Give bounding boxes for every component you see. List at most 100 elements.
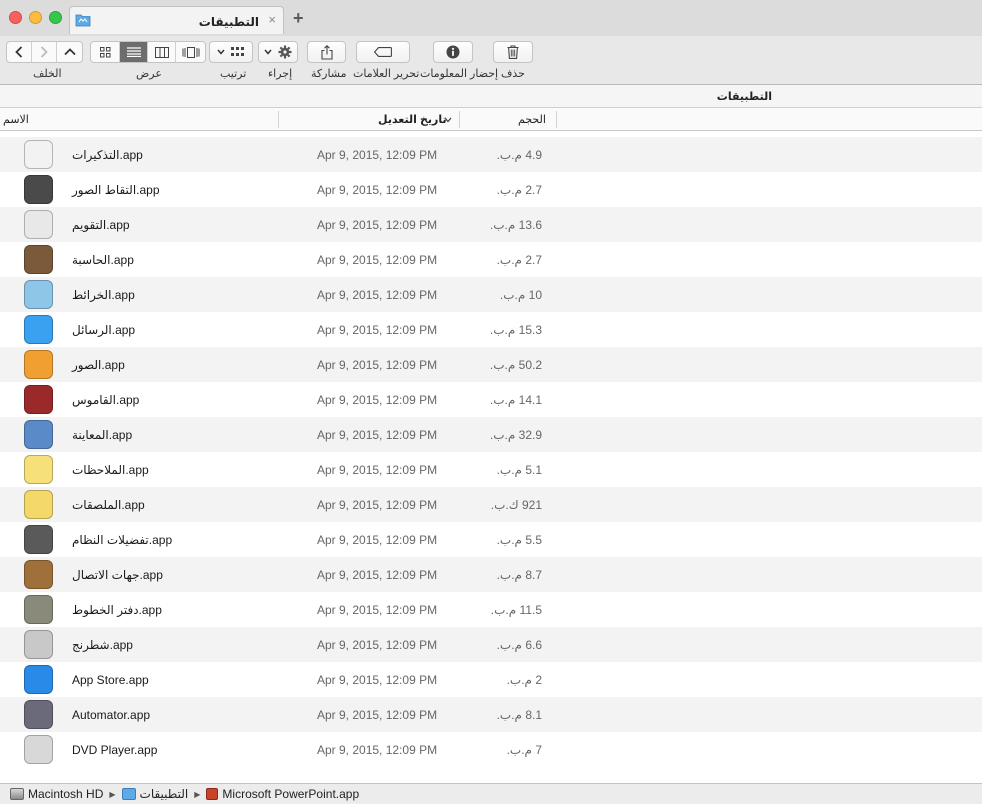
column-header-size[interactable]: الحجم: [518, 113, 546, 126]
file-size: 921 ك.ب.: [490, 498, 542, 512]
file-date: Apr 9, 2015, 12:09 PM: [317, 533, 438, 547]
edit-tags-button[interactable]: [356, 41, 410, 63]
icon-view-button[interactable]: [91, 42, 120, 62]
column-divider[interactable]: [556, 111, 557, 128]
file-size: 2.7 م.ب.: [496, 253, 542, 267]
list-item[interactable]: شطرنج.app Apr 9, 2015, 12:09 PM 6.6 م.ب.: [0, 627, 982, 662]
list-item[interactable]: جهات الاتصال.app Apr 9, 2015, 12:09 PM 8.7…: [0, 557, 982, 592]
list-item[interactable]: DVD Player.app Apr 9, 2015, 12:09 PM 7 م.ب…: [0, 732, 982, 767]
file-name: التذكيرات.app: [72, 148, 143, 162]
gear-icon: [278, 45, 292, 59]
minimize-window-button[interactable]: [29, 11, 42, 24]
list-item[interactable]: المعاينة.app Apr 9, 2015, 12:09 PM 32.9 م.…: [0, 417, 982, 452]
column-header-name[interactable]: الاسم: [3, 113, 29, 126]
delete-label: حذف: [501, 68, 525, 80]
file-date: Apr 9, 2015, 12:09 PM: [317, 673, 438, 687]
share-button[interactable]: [307, 41, 346, 63]
file-name: المعاينة.app: [72, 428, 133, 442]
tab-close-icon[interactable]: ×: [268, 13, 276, 27]
file-size: 13.6 م.ب.: [489, 218, 542, 232]
new-tab-button[interactable]: +: [293, 9, 304, 27]
list-item[interactable]: تفضيلات النظام.app Apr 9, 2015, 12:09 PM 5…: [0, 522, 982, 557]
action-label: إجراء: [268, 68, 293, 80]
file-size: 32.9 م.ب.: [489, 428, 542, 442]
file-name: Automator.app: [72, 708, 151, 722]
get-info-label: إحضار المعلومات: [420, 68, 499, 80]
system-preferences-icon: [24, 525, 53, 554]
file-size: 8.7 م.ب.: [496, 568, 542, 582]
edit-tags-label: تحرير العلامات: [353, 68, 420, 80]
file-list[interactable]: التذكيرات.app Apr 9, 2015, 12:09 PM 4.9 م.…: [0, 137, 982, 767]
file-size: 15.3 م.ب.: [489, 323, 542, 337]
path-item-applications[interactable]: التطبيقات: [121, 787, 189, 801]
zoom-window-button[interactable]: [49, 11, 62, 24]
get-info-button[interactable]: [433, 41, 473, 63]
list-item[interactable]: الملاحظات.app Apr 9, 2015, 12:09 PM 5.1 م.…: [0, 452, 982, 487]
list-view-button[interactable]: [120, 42, 148, 62]
list-item[interactable]: التذكيرات.app Apr 9, 2015, 12:09 PM 4.9 م.…: [0, 137, 982, 172]
close-window-button[interactable]: [9, 11, 22, 24]
delete-button[interactable]: [493, 41, 533, 63]
arrange-button[interactable]: [209, 41, 253, 63]
column-view-button[interactable]: [148, 42, 176, 62]
stickies-icon: [24, 490, 53, 519]
column-header-date[interactable]: تاريخ التعديل: [378, 113, 447, 126]
list-item[interactable]: الملصقات.app Apr 9, 2015, 12:09 PM 921 ك.ب…: [0, 487, 982, 522]
list-item[interactable]: الحاسبة.app Apr 9, 2015, 12:09 PM 2.7 م.ب.: [0, 242, 982, 277]
file-date: Apr 9, 2015, 12:09 PM: [317, 183, 438, 197]
file-name: الملاحظات.app: [72, 463, 149, 477]
file-size: 5.1 م.ب.: [496, 463, 542, 477]
file-size: 10 م.ب.: [499, 288, 542, 302]
icon-grid-icon: [99, 46, 110, 57]
file-name: DVD Player.app: [72, 743, 158, 757]
chevron-right-icon: [40, 46, 48, 58]
tab-applications[interactable]: التطبيقات ×: [69, 6, 284, 34]
file-size: 4.9 م.ب.: [496, 148, 542, 162]
file-date: Apr 9, 2015, 12:09 PM: [317, 708, 438, 722]
list-item[interactable]: App Store.app Apr 9, 2015, 12:09 PM 2 م.ب.: [0, 662, 982, 697]
arrange-label: ترتيب: [220, 68, 247, 80]
forward-button[interactable]: [32, 42, 57, 62]
cover-flow-button[interactable]: [176, 42, 205, 62]
path-item-label: التطبيقات: [139, 787, 189, 801]
file-size: 6.6 م.ب.: [496, 638, 542, 652]
file-date: Apr 9, 2015, 12:09 PM: [317, 358, 438, 372]
path-item-powerpoint[interactable]: Microsoft PowerPoint.app: [206, 787, 359, 801]
path-item-label: Microsoft PowerPoint.app: [222, 787, 360, 801]
list-item[interactable]: Automator.app Apr 9, 2015, 12:09 PM 8.1 م.…: [0, 697, 982, 732]
file-size: 2.7 م.ب.: [496, 183, 542, 197]
column-divider[interactable]: [278, 111, 279, 128]
share-label: مشاركة: [311, 68, 347, 80]
file-size: 2 م.ب.: [506, 673, 542, 687]
file-date: Apr 9, 2015, 12:09 PM: [317, 743, 438, 757]
list-item[interactable]: التقاط الصور.app Apr 9, 2015, 12:09 PM 2.7…: [0, 172, 982, 207]
list-item[interactable]: الرسائل.app Apr 9, 2015, 12:09 PM 15.3 م.ب…: [0, 312, 982, 347]
file-name: الرسائل.app: [72, 323, 136, 337]
list-item[interactable]: الخرائط.app Apr 9, 2015, 12:09 PM 10 م.ب.: [0, 277, 982, 312]
column-divider[interactable]: [459, 111, 460, 128]
chevron-down-icon: [217, 49, 225, 55]
file-name: الحاسبة.app: [72, 253, 134, 267]
file-date: Apr 9, 2015, 12:09 PM: [317, 428, 438, 442]
powerpoint-icon: [206, 788, 219, 800]
calendar-icon: [24, 210, 53, 239]
file-date: Apr 9, 2015, 12:09 PM: [317, 253, 438, 267]
back-label: الخلف: [33, 68, 62, 80]
share-icon: [320, 44, 333, 60]
list-item[interactable]: التقويم.app Apr 9, 2015, 12:09 PM 13.6 م.ب…: [0, 207, 982, 242]
chevron-up-icon: [63, 48, 76, 56]
list-item[interactable]: دفتر الخطوط.app Apr 9, 2015, 12:09 PM 11.5…: [0, 592, 982, 627]
file-name: التقاط الصور.app: [72, 183, 160, 197]
back-button[interactable]: [7, 42, 32, 62]
messages-icon: [24, 315, 53, 344]
file-date: Apr 9, 2015, 12:09 PM: [317, 218, 438, 232]
file-name: الصور.app: [72, 358, 125, 372]
path-item-macintosh-hd[interactable]: Macintosh HD: [10, 787, 103, 801]
enclosing-folder-button[interactable]: [57, 42, 82, 62]
column-header: الاسم تاريخ التعديل الحجم: [0, 108, 982, 131]
path-item-label: Macintosh HD: [28, 787, 104, 801]
list-item[interactable]: القاموس.app Apr 9, 2015, 12:09 PM 14.1 م.ب…: [0, 382, 982, 417]
action-button[interactable]: [258, 41, 298, 63]
file-date: Apr 9, 2015, 12:09 PM: [317, 288, 438, 302]
list-item[interactable]: الصور.app Apr 9, 2015, 12:09 PM 50.2 م.ب.: [0, 347, 982, 382]
